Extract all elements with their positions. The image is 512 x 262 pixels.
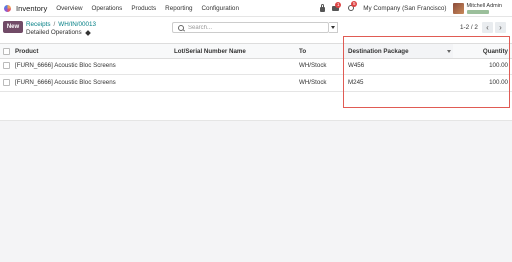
row-checkbox[interactable] xyxy=(3,74,10,91)
row-destination-package[interactable]: M245 xyxy=(348,74,363,91)
chevron-right-icon: › xyxy=(499,23,502,32)
app-name[interactable]: Inventory xyxy=(16,4,47,13)
pager-next-button[interactable]: › xyxy=(495,22,506,33)
new-button[interactable]: New xyxy=(3,21,23,33)
gear-icon[interactable] xyxy=(84,29,91,36)
search-bar[interactable] xyxy=(172,22,329,33)
lock-icon[interactable] xyxy=(320,3,326,12)
top-navbar: Inventory Overview Operations Products R… xyxy=(0,0,512,17)
breadcrumb-separator: / xyxy=(53,21,56,28)
row-checkbox[interactable] xyxy=(3,57,10,74)
select-all-checkbox[interactable] xyxy=(3,44,10,58)
search-options-toggle[interactable] xyxy=(329,22,338,33)
sort-caret-icon xyxy=(447,49,451,53)
row-product[interactable]: [FURN_6666] Acoustic Bloc Screens xyxy=(15,74,116,91)
table-row[interactable]: [FURN_6666] Acoustic Bloc Screens WH/Sto… xyxy=(0,57,512,75)
row-quantity[interactable]: 100.00 xyxy=(453,74,508,91)
chevron-down-icon xyxy=(331,26,335,29)
page-title-text: Detailed Operations xyxy=(26,29,82,36)
user-menu[interactable]: Mitchell Admin xyxy=(466,2,502,14)
breadcrumb: Receipts / WH/IN/00013 xyxy=(26,21,96,28)
breadcrumb-receipts[interactable]: Receipts xyxy=(26,21,51,28)
search-input[interactable] xyxy=(188,24,318,31)
menu-overview[interactable]: Overview xyxy=(56,5,82,12)
column-to[interactable]: To xyxy=(299,44,306,58)
menu-operations[interactable]: Operations xyxy=(92,5,123,12)
user-name: Mitchell Admin xyxy=(466,2,502,9)
row-quantity[interactable]: 100.00 xyxy=(453,57,508,74)
navbar-systray: 1 5 My Company (San Francisco) Mitchell … xyxy=(320,0,512,16)
column-quantity[interactable]: Quantity xyxy=(453,44,508,58)
messaging-button[interactable]: 1 xyxy=(332,1,342,11)
table-row-empty xyxy=(0,91,512,121)
database-label-blurred xyxy=(466,9,489,14)
menu-configuration[interactable]: Configuration xyxy=(201,5,238,12)
row-to[interactable]: WH/Stock xyxy=(299,57,327,74)
app-logo-icon[interactable] xyxy=(4,4,11,12)
avatar[interactable] xyxy=(452,2,464,14)
row-destination-package[interactable]: W456 xyxy=(348,57,364,74)
menu-reporting[interactable]: Reporting xyxy=(165,5,192,12)
row-to[interactable]: WH/Stock xyxy=(299,74,327,91)
list-table: Product Lot/Serial Number Name To Destin… xyxy=(0,43,512,121)
column-lot-serial[interactable]: Lot/Serial Number Name xyxy=(174,44,246,58)
menu-products[interactable]: Products xyxy=(131,5,156,12)
search-icon xyxy=(178,24,184,31)
column-destination-package[interactable]: Destination Package xyxy=(343,44,453,58)
activity-badge: 5 xyxy=(351,1,358,7)
activity-button[interactable]: 5 xyxy=(348,1,358,11)
pager-previous-button[interactable]: ‹ xyxy=(482,22,493,33)
column-destination-package-label: Destination Package xyxy=(348,47,409,55)
page-title: Detailed Operations xyxy=(26,29,91,36)
company-switcher[interactable]: My Company (San Francisco) xyxy=(363,5,446,12)
table-row[interactable]: [FURN_6666] Acoustic Bloc Screens WH/Sto… xyxy=(0,74,512,92)
breadcrumb-record[interactable]: WH/IN/00013 xyxy=(58,21,96,28)
chevron-left-icon: ‹ xyxy=(486,23,489,32)
column-product[interactable]: Product xyxy=(15,44,38,58)
row-product[interactable]: [FURN_6666] Acoustic Bloc Screens xyxy=(15,57,116,74)
chat-badge: 1 xyxy=(335,1,342,8)
pager-value[interactable]: 1-2 / 2 xyxy=(460,24,478,31)
control-panel: New Receipts / WH/IN/00013 Detailed Operat… xyxy=(0,17,512,43)
